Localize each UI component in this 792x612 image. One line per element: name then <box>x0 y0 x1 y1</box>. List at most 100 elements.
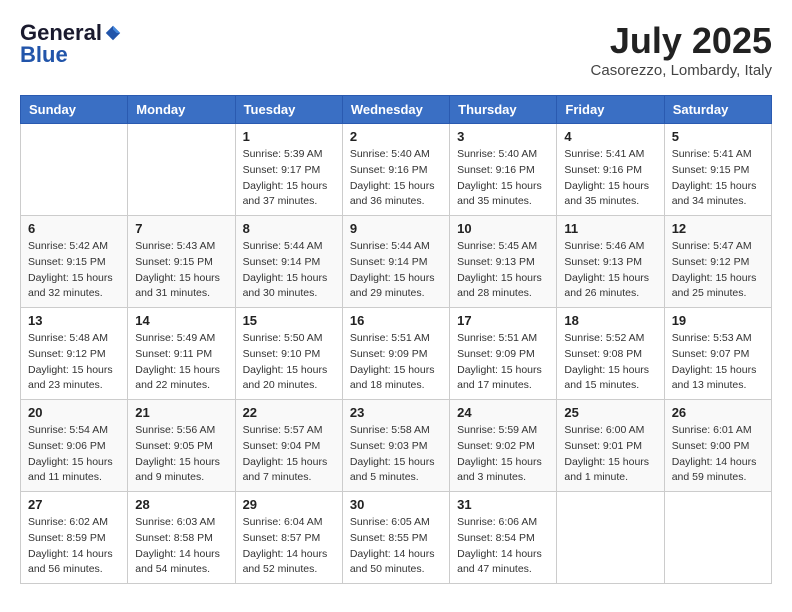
day-info: Sunrise: 6:02 AMSunset: 8:59 PMDaylight:… <box>28 515 120 578</box>
day-info: Sunrise: 5:58 AMSunset: 9:03 PMDaylight:… <box>350 423 442 486</box>
day-number: 14 <box>135 313 227 328</box>
day-info: Sunrise: 5:54 AMSunset: 9:06 PMDaylight:… <box>28 423 120 486</box>
day-info: Sunrise: 5:47 AMSunset: 9:12 PMDaylight:… <box>672 239 764 302</box>
day-info: Sunrise: 6:00 AMSunset: 9:01 PMDaylight:… <box>564 423 656 486</box>
day-info: Sunrise: 5:43 AMSunset: 9:15 PMDaylight:… <box>135 239 227 302</box>
location-label: Casorezzo, Lombardy, Italy <box>591 62 772 79</box>
calendar-cell: 21 Sunrise: 5:56 AMSunset: 9:05 PMDayligh… <box>128 400 235 492</box>
calendar-cell: 14 Sunrise: 5:49 AMSunset: 9:11 PMDayligh… <box>128 308 235 400</box>
calendar-week-row: 27 Sunrise: 6:02 AMSunset: 8:59 PMDayligh… <box>21 492 772 584</box>
day-info: Sunrise: 5:44 AMSunset: 9:14 PMDaylight:… <box>243 239 335 302</box>
calendar-cell <box>557 492 664 584</box>
logo-icon <box>104 24 122 42</box>
day-number: 13 <box>28 313 120 328</box>
calendar-cell: 19Sunrise: 5:53 AMSunset: 9:07 PMDayligh… <box>664 308 771 400</box>
day-info: Sunrise: 6:01 AMSunset: 9:00 PMDaylight:… <box>672 423 764 486</box>
day-info: Sunrise: 5:48 AMSunset: 9:12 PMDaylight:… <box>28 331 120 394</box>
calendar-cell: 6Sunrise: 5:42 AMSunset: 9:15 PMDaylight… <box>21 216 128 308</box>
weekday-header-wednesday: Wednesday <box>342 96 449 124</box>
day-number: 9 <box>350 221 442 236</box>
calendar-cell: 15 Sunrise: 5:50 AMSunset: 9:10 PMDayligh… <box>235 308 342 400</box>
day-info: Sunrise: 5:40 AMSunset: 9:16 PMDaylight:… <box>350 147 442 210</box>
calendar-cell: 24 Sunrise: 5:59 AMSunset: 9:02 PMDayligh… <box>450 400 557 492</box>
day-number: 23 <box>350 405 442 420</box>
day-number: 18 <box>564 313 656 328</box>
calendar-cell: 30 Sunrise: 6:05 AMSunset: 8:55 PMDayligh… <box>342 492 449 584</box>
day-info: Sunrise: 5:56 AMSunset: 9:05 PMDaylight:… <box>135 423 227 486</box>
weekday-header-tuesday: Tuesday <box>235 96 342 124</box>
day-number: 19 <box>672 313 764 328</box>
weekday-header-monday: Monday <box>128 96 235 124</box>
calendar-cell: 3Sunrise: 5:40 AMSunset: 9:16 PMDaylight… <box>450 124 557 216</box>
calendar-cell: 9 Sunrise: 5:44 AMSunset: 9:14 PMDaylight… <box>342 216 449 308</box>
weekday-header-friday: Friday <box>557 96 664 124</box>
day-number: 3 <box>457 129 549 144</box>
calendar-cell: 1Sunrise: 5:39 AMSunset: 9:17 PMDaylight… <box>235 124 342 216</box>
day-number: 28 <box>135 497 227 512</box>
day-number: 25 <box>564 405 656 420</box>
day-number: 10 <box>457 221 549 236</box>
calendar-cell <box>128 124 235 216</box>
day-info: Sunrise: 5:50 AMSunset: 9:10 PMDaylight:… <box>243 331 335 394</box>
logo: General Blue <box>20 20 122 68</box>
day-info: Sunrise: 5:52 AMSunset: 9:08 PMDaylight:… <box>564 331 656 394</box>
calendar-cell: 18 Sunrise: 5:52 AMSunset: 9:08 PMDayligh… <box>557 308 664 400</box>
calendar-cell: 27 Sunrise: 6:02 AMSunset: 8:59 PMDayligh… <box>21 492 128 584</box>
day-info: Sunrise: 5:45 AMSunset: 9:13 PMDaylight:… <box>457 239 549 302</box>
page-header: General Blue July 2025 Casorezzo, Lombar… <box>20 20 772 79</box>
day-number: 15 <box>243 313 335 328</box>
day-number: 24 <box>457 405 549 420</box>
day-number: 31 <box>457 497 549 512</box>
calendar-table: SundayMondayTuesdayWednesdayThursdayFrid… <box>20 95 772 584</box>
month-title: July 2025 <box>591 20 772 62</box>
calendar-cell: 12Sunrise: 5:47 AMSunset: 9:12 PMDayligh… <box>664 216 771 308</box>
title-block: July 2025 Casorezzo, Lombardy, Italy <box>591 20 772 79</box>
day-number: 6 <box>28 221 120 236</box>
day-info: Sunrise: 6:05 AMSunset: 8:55 PMDaylight:… <box>350 515 442 578</box>
day-number: 7 <box>135 221 227 236</box>
day-info: Sunrise: 5:39 AMSunset: 9:17 PMDaylight:… <box>243 147 335 210</box>
day-info: Sunrise: 5:49 AMSunset: 9:11 PMDaylight:… <box>135 331 227 394</box>
day-number: 4 <box>564 129 656 144</box>
logo-blue-text: Blue <box>20 42 68 68</box>
day-number: 16 <box>350 313 442 328</box>
day-number: 27 <box>28 497 120 512</box>
calendar-cell: 23 Sunrise: 5:58 AMSunset: 9:03 PMDayligh… <box>342 400 449 492</box>
calendar-week-row: 6Sunrise: 5:42 AMSunset: 9:15 PMDaylight… <box>21 216 772 308</box>
weekday-header-sunday: Sunday <box>21 96 128 124</box>
calendar-cell: 31 Sunrise: 6:06 AMSunset: 8:54 PMDayligh… <box>450 492 557 584</box>
day-info: Sunrise: 5:46 AMSunset: 9:13 PMDaylight:… <box>564 239 656 302</box>
calendar-cell: 4 Sunrise: 5:41 AMSunset: 9:16 PMDaylight… <box>557 124 664 216</box>
calendar-cell: 28 Sunrise: 6:03 AMSunset: 8:58 PMDayligh… <box>128 492 235 584</box>
day-info: Sunrise: 6:06 AMSunset: 8:54 PMDaylight:… <box>457 515 549 578</box>
calendar-cell: 13 Sunrise: 5:48 AMSunset: 9:12 PMDayligh… <box>21 308 128 400</box>
day-info: Sunrise: 6:04 AMSunset: 8:57 PMDaylight:… <box>243 515 335 578</box>
calendar-cell: 17Sunrise: 5:51 AMSunset: 9:09 PMDayligh… <box>450 308 557 400</box>
calendar-cell: 11Sunrise: 5:46 AMSunset: 9:13 PMDayligh… <box>557 216 664 308</box>
day-number: 30 <box>350 497 442 512</box>
calendar-cell: 22 Sunrise: 5:57 AMSunset: 9:04 PMDayligh… <box>235 400 342 492</box>
weekday-header-thursday: Thursday <box>450 96 557 124</box>
day-number: 21 <box>135 405 227 420</box>
day-info: Sunrise: 6:03 AMSunset: 8:58 PMDaylight:… <box>135 515 227 578</box>
day-info: Sunrise: 5:41 AMSunset: 9:15 PMDaylight:… <box>672 147 764 210</box>
day-info: Sunrise: 5:57 AMSunset: 9:04 PMDaylight:… <box>243 423 335 486</box>
calendar-cell: 2 Sunrise: 5:40 AMSunset: 9:16 PMDaylight… <box>342 124 449 216</box>
day-info: Sunrise: 5:51 AMSunset: 9:09 PMDaylight:… <box>350 331 442 394</box>
day-number: 17 <box>457 313 549 328</box>
calendar-header-row: SundayMondayTuesdayWednesdayThursdayFrid… <box>21 96 772 124</box>
day-number: 5 <box>672 129 764 144</box>
calendar-cell <box>664 492 771 584</box>
calendar-cell: 7 Sunrise: 5:43 AMSunset: 9:15 PMDaylight… <box>128 216 235 308</box>
day-info: Sunrise: 5:44 AMSunset: 9:14 PMDaylight:… <box>350 239 442 302</box>
day-number: 20 <box>28 405 120 420</box>
calendar-cell: 29Sunrise: 6:04 AMSunset: 8:57 PMDayligh… <box>235 492 342 584</box>
day-number: 22 <box>243 405 335 420</box>
calendar-cell: 5 Sunrise: 5:41 AMSunset: 9:15 PMDaylight… <box>664 124 771 216</box>
calendar-cell: 16 Sunrise: 5:51 AMSunset: 9:09 PMDayligh… <box>342 308 449 400</box>
day-number: 2 <box>350 129 442 144</box>
day-info: Sunrise: 5:59 AMSunset: 9:02 PMDaylight:… <box>457 423 549 486</box>
weekday-header-saturday: Saturday <box>664 96 771 124</box>
day-info: Sunrise: 5:41 AMSunset: 9:16 PMDaylight:… <box>564 147 656 210</box>
calendar-cell: 8Sunrise: 5:44 AMSunset: 9:14 PMDaylight… <box>235 216 342 308</box>
